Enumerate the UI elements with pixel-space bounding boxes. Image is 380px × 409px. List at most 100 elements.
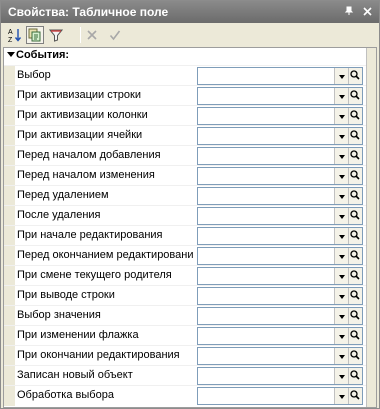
delete-x-icon[interactable] (83, 26, 101, 44)
dropdown-arrow-icon[interactable] (334, 108, 348, 124)
dropdown-arrow-icon[interactable] (334, 348, 348, 364)
dropdown-arrow-icon[interactable] (334, 128, 348, 144)
event-handler-field[interactable] (197, 187, 363, 205)
event-handler-field[interactable] (197, 227, 363, 245)
search-icon[interactable] (348, 128, 362, 144)
event-row: Выбор (4, 65, 366, 86)
event-row: При активизации ячейки (4, 125, 366, 146)
pin-icon[interactable] (341, 4, 357, 20)
event-handler-field[interactable] (197, 207, 363, 225)
search-icon[interactable] (348, 188, 362, 204)
row-gutter (4, 86, 15, 106)
event-label: При активизации строки (17, 89, 141, 101)
event-label: Перед удалением (17, 189, 109, 201)
event-handler-field[interactable] (197, 387, 363, 405)
event-handler-input[interactable] (198, 248, 334, 264)
event-label: При изменении флажка (17, 329, 139, 341)
event-handler-field[interactable] (197, 147, 363, 165)
event-handler-input[interactable] (198, 68, 334, 84)
checkmark-icon[interactable] (106, 26, 124, 44)
row-gutter (4, 126, 15, 146)
event-handler-input[interactable] (198, 308, 334, 324)
properties-panel: События: Выбор При активизации строки Пр… (3, 47, 377, 408)
event-handler-field[interactable] (197, 347, 363, 365)
section-label: События: (16, 49, 70, 61)
svg-text:A: A (8, 29, 13, 36)
event-handler-input[interactable] (198, 368, 334, 384)
event-handler-field[interactable] (197, 367, 363, 385)
row-gutter (4, 206, 15, 226)
search-icon[interactable] (348, 108, 362, 124)
event-row: Выбор значения (4, 305, 366, 326)
event-handler-input[interactable] (198, 188, 334, 204)
search-icon[interactable] (348, 208, 362, 224)
search-icon[interactable] (348, 228, 362, 244)
search-icon[interactable] (348, 148, 362, 164)
event-label: При активизации колонки (17, 109, 148, 121)
search-icon[interactable] (348, 68, 362, 84)
event-handler-input[interactable] (198, 168, 334, 184)
events-section-header[interactable]: События: (4, 48, 366, 64)
search-icon[interactable] (348, 88, 362, 104)
event-handler-field[interactable] (197, 107, 363, 125)
event-handler-field[interactable] (197, 127, 363, 145)
search-icon[interactable] (348, 308, 362, 324)
search-icon[interactable] (348, 348, 362, 364)
collapse-arrow-icon[interactable] (7, 52, 15, 57)
search-icon[interactable] (348, 248, 362, 264)
event-handler-field[interactable] (197, 247, 363, 265)
event-handler-input[interactable] (198, 228, 334, 244)
event-handler-field[interactable] (197, 167, 363, 185)
row-gutter (4, 66, 15, 86)
search-icon[interactable] (348, 368, 362, 384)
event-handler-field[interactable] (197, 327, 363, 345)
event-handler-input[interactable] (198, 128, 334, 144)
event-row: При выводе строки (4, 285, 366, 306)
event-row: При смене текущего родителя (4, 265, 366, 286)
row-gutter (4, 226, 15, 246)
event-row: Перед удалением (4, 185, 366, 206)
sort-alphabetical-icon[interactable]: A Z (6, 26, 24, 44)
event-handler-input[interactable] (198, 328, 334, 344)
search-icon[interactable] (348, 288, 362, 304)
event-handler-input[interactable] (198, 108, 334, 124)
categorized-view-icon[interactable] (26, 26, 44, 44)
dropdown-arrow-icon[interactable] (334, 268, 348, 284)
search-icon[interactable] (348, 328, 362, 344)
event-handler-input[interactable] (198, 348, 334, 364)
dropdown-arrow-icon[interactable] (334, 148, 348, 164)
event-handler-input[interactable] (198, 268, 334, 284)
event-handler-input[interactable] (198, 148, 334, 164)
search-icon[interactable] (348, 388, 362, 404)
dropdown-arrow-icon[interactable] (334, 208, 348, 224)
dropdown-arrow-icon[interactable] (334, 88, 348, 104)
event-handler-input[interactable] (198, 288, 334, 304)
event-handler-input[interactable] (198, 208, 334, 224)
dropdown-arrow-icon[interactable] (334, 248, 348, 264)
event-label: После удаления (17, 209, 101, 221)
dropdown-arrow-icon[interactable] (334, 168, 348, 184)
filter-icon[interactable] (47, 26, 65, 44)
dropdown-arrow-icon[interactable] (334, 328, 348, 344)
dropdown-arrow-icon[interactable] (334, 308, 348, 324)
dropdown-arrow-icon[interactable] (334, 288, 348, 304)
event-handler-input[interactable] (198, 88, 334, 104)
close-icon[interactable] (359, 4, 375, 20)
event-handler-field[interactable] (197, 87, 363, 105)
dropdown-arrow-icon[interactable] (334, 68, 348, 84)
search-icon[interactable] (348, 168, 362, 184)
event-handler-field[interactable] (197, 67, 363, 85)
event-handler-field[interactable] (197, 307, 363, 325)
dropdown-arrow-icon[interactable] (334, 388, 348, 404)
title-bar[interactable]: Свойства: Табличное поле (1, 1, 379, 23)
scrollbar[interactable] (366, 48, 376, 407)
event-handler-input[interactable] (198, 388, 334, 404)
event-handler-field[interactable] (197, 287, 363, 305)
dropdown-arrow-icon[interactable] (334, 228, 348, 244)
dropdown-arrow-icon[interactable] (334, 188, 348, 204)
search-icon[interactable] (348, 268, 362, 284)
event-row: При активизации строки (4, 85, 366, 106)
properties-window: Свойства: Табличное поле A Z События: Вы… (0, 0, 380, 409)
dropdown-arrow-icon[interactable] (334, 368, 348, 384)
event-handler-field[interactable] (197, 267, 363, 285)
